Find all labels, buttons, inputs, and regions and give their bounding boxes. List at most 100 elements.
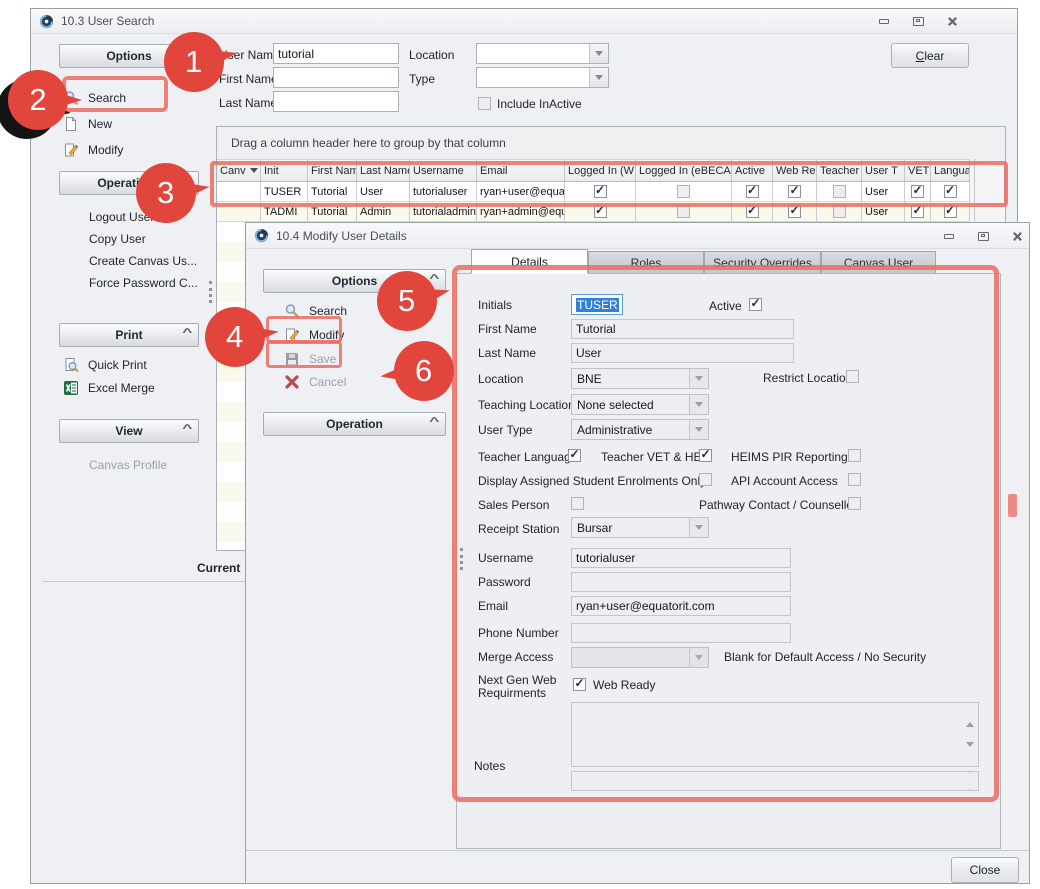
sidebar-item-create-canvas-user[interactable]: Create Canvas Us... bbox=[63, 252, 197, 270]
email-field[interactable]: ryan+user@equatorit.com bbox=[571, 596, 791, 616]
tab-roles[interactable]: Roles bbox=[588, 251, 704, 274]
logged-in-web-checkbox[interactable] bbox=[594, 205, 607, 218]
heims-pir-checkbox[interactable] bbox=[848, 449, 861, 462]
print-group-header[interactable]: Print ^ bbox=[59, 323, 199, 347]
sidebar-item-quick-print[interactable]: Quick Print bbox=[63, 356, 147, 374]
teaching-locations-dropdown[interactable]: None selected bbox=[571, 394, 709, 415]
column-header-first-name[interactable]: First Nam bbox=[308, 159, 357, 182]
logged-in-ebecas-checkbox[interactable] bbox=[677, 185, 690, 198]
tab-canvas-user[interactable]: Canvas User bbox=[821, 251, 936, 274]
language-checkbox[interactable] bbox=[944, 185, 957, 198]
web-ready-checkbox[interactable] bbox=[788, 185, 801, 198]
restore-icon[interactable] bbox=[907, 14, 929, 29]
include-inactive-checkbox[interactable] bbox=[478, 97, 491, 110]
dropdown-ar row-icon[interactable] bbox=[689, 420, 708, 439]
options-group-header[interactable]: Options ^ bbox=[263, 269, 446, 293]
panel-splitter-handle[interactable] bbox=[460, 548, 463, 570]
merge-access-dropdown[interactable] bbox=[571, 647, 709, 668]
tab-details[interactable]: Details bbox=[471, 249, 588, 274]
nextgen-notes-textarea[interactable] bbox=[571, 702, 979, 767]
language-checkbox[interactable] bbox=[944, 205, 957, 218]
column-header-canvas[interactable]: Canv bbox=[217, 159, 261, 182]
receipt-station-dropdown[interactable]: Bursar bbox=[571, 517, 709, 538]
user-search-titlebar[interactable]: 10.3 User Search bbox=[31, 9, 1017, 34]
sidebar-item-save[interactable]: Save bbox=[284, 350, 336, 368]
web-ready-checkbox[interactable] bbox=[788, 205, 801, 218]
sidebar-item-excel-merge[interactable]: Excel Merge bbox=[63, 379, 155, 397]
logged-in-web-checkbox[interactable] bbox=[594, 185, 607, 198]
modify-user-titlebar[interactable]: 10.4 Modify User Details bbox=[246, 223, 1029, 249]
sidebar-item-cancel[interactable]: Cancel bbox=[284, 373, 346, 391]
filter-arrow-icon[interactable] bbox=[250, 168, 258, 173]
column-header-email[interactable]: Email bbox=[477, 159, 565, 182]
sidebar-item-search[interactable]: Search bbox=[63, 89, 126, 107]
scroll-up-icon[interactable] bbox=[966, 708, 974, 722]
table-row[interactable]: TUSER Tutorial User tutorialuser ryan+us… bbox=[217, 182, 970, 202]
operation-group-header[interactable]: Operation ^ bbox=[263, 412, 446, 436]
pathway-contact-checkbox[interactable] bbox=[848, 497, 861, 510]
active-checkbox[interactable] bbox=[749, 298, 762, 311]
column-header-logged-in-web[interactable]: Logged In (W bbox=[565, 159, 636, 182]
spinner-down-icon[interactable] bbox=[966, 773, 974, 787]
username-field[interactable]: tutorialuser bbox=[571, 548, 791, 568]
sidebar-item-copy-user[interactable]: Copy User bbox=[63, 230, 146, 248]
display-assigned-checkbox[interactable] bbox=[699, 473, 712, 486]
dropdown-arrow-icon[interactable] bbox=[589, 68, 608, 87]
location-dropdown[interactable] bbox=[476, 43, 609, 64]
dropdown-arrow-icon[interactable] bbox=[689, 648, 708, 667]
phone-number-field[interactable] bbox=[571, 623, 791, 643]
minimize-icon[interactable] bbox=[873, 14, 895, 29]
restore-icon[interactable] bbox=[972, 229, 994, 244]
scroll-down-icon[interactable] bbox=[966, 747, 974, 761]
active-checkbox[interactable] bbox=[746, 205, 759, 218]
sidebar-item-modify[interactable]: Modify bbox=[63, 141, 123, 159]
type-dropdown[interactable] bbox=[476, 67, 609, 88]
sidebar-splitter-handle[interactable] bbox=[209, 281, 212, 303]
close-icon[interactable] bbox=[941, 14, 963, 29]
table-row[interactable]: TADMI Tutorial Admin tutorialadmin ryan+… bbox=[217, 202, 970, 222]
vet-checkbox[interactable] bbox=[911, 185, 924, 198]
sidebar-item-logout-user[interactable]: Logout User bbox=[63, 208, 154, 226]
last-name-field[interactable]: User bbox=[571, 343, 794, 363]
sales-person-checkbox[interactable] bbox=[571, 497, 584, 510]
active-checkbox[interactable] bbox=[746, 185, 759, 198]
notes-field[interactable] bbox=[571, 771, 979, 791]
column-header-init[interactable]: Init bbox=[261, 159, 308, 182]
sidebar-item-modify[interactable]: Modify bbox=[284, 326, 344, 344]
column-header-web-ready[interactable]: Web Rea bbox=[773, 159, 817, 182]
sidebar-item-force-password-change[interactable]: Force Password C... bbox=[63, 274, 198, 292]
sidebar-item-new[interactable]: New bbox=[63, 115, 112, 133]
teacher-checkbox[interactable] bbox=[833, 185, 846, 198]
view-group-header[interactable]: View ^ bbox=[59, 419, 199, 443]
api-access-checkbox[interactable] bbox=[848, 473, 861, 486]
location-dropdown[interactable]: BNE bbox=[571, 368, 709, 389]
dropdown-arrow-icon[interactable] bbox=[689, 369, 708, 388]
minimize-icon[interactable] bbox=[938, 229, 960, 244]
column-header-language[interactable]: Langua bbox=[931, 159, 970, 182]
teacher-vet-he-checkbox[interactable] bbox=[699, 449, 712, 462]
teacher-language-checkbox[interactable] bbox=[568, 449, 581, 462]
column-header-last-name[interactable]: Last Name bbox=[357, 159, 410, 182]
clear-button[interactable]: Clear bbox=[891, 43, 969, 68]
column-header-username[interactable]: Username bbox=[410, 159, 477, 182]
dropdown-arrow-icon[interactable] bbox=[589, 44, 608, 63]
teacher-checkbox[interactable] bbox=[833, 205, 846, 218]
column-header-vet[interactable]: VET bbox=[905, 159, 931, 182]
password-field[interactable] bbox=[571, 572, 791, 592]
web-ready-checkbox[interactable] bbox=[573, 678, 586, 691]
close-button[interactable]: Close bbox=[951, 857, 1019, 883]
column-header-user-type[interactable]: User T bbox=[862, 159, 905, 182]
dropdown-arrow-icon[interactable] bbox=[689, 395, 708, 414]
column-header-teacher[interactable]: Teacher bbox=[817, 159, 862, 182]
sidebar-item-search[interactable]: Search bbox=[284, 302, 347, 320]
first-name-field[interactable]: Tutorial bbox=[571, 319, 794, 339]
options-group-header[interactable]: Options ^ bbox=[59, 44, 199, 68]
user-name-input[interactable]: tutorial bbox=[273, 43, 399, 64]
logged-in-ebecas-checkbox[interactable] bbox=[677, 205, 690, 218]
restrict-location-checkbox[interactable] bbox=[846, 370, 859, 383]
sidebar-item-canvas-profile[interactable]: Canvas Profile bbox=[63, 456, 167, 474]
column-header-logged-in-ebecas[interactable]: Logged In (eBECAS bbox=[636, 159, 732, 182]
dropdown-arrow-icon[interactable] bbox=[689, 518, 708, 537]
operations-group-header[interactable]: Operations ^ bbox=[59, 171, 199, 195]
first-name-input[interactable] bbox=[273, 67, 399, 88]
